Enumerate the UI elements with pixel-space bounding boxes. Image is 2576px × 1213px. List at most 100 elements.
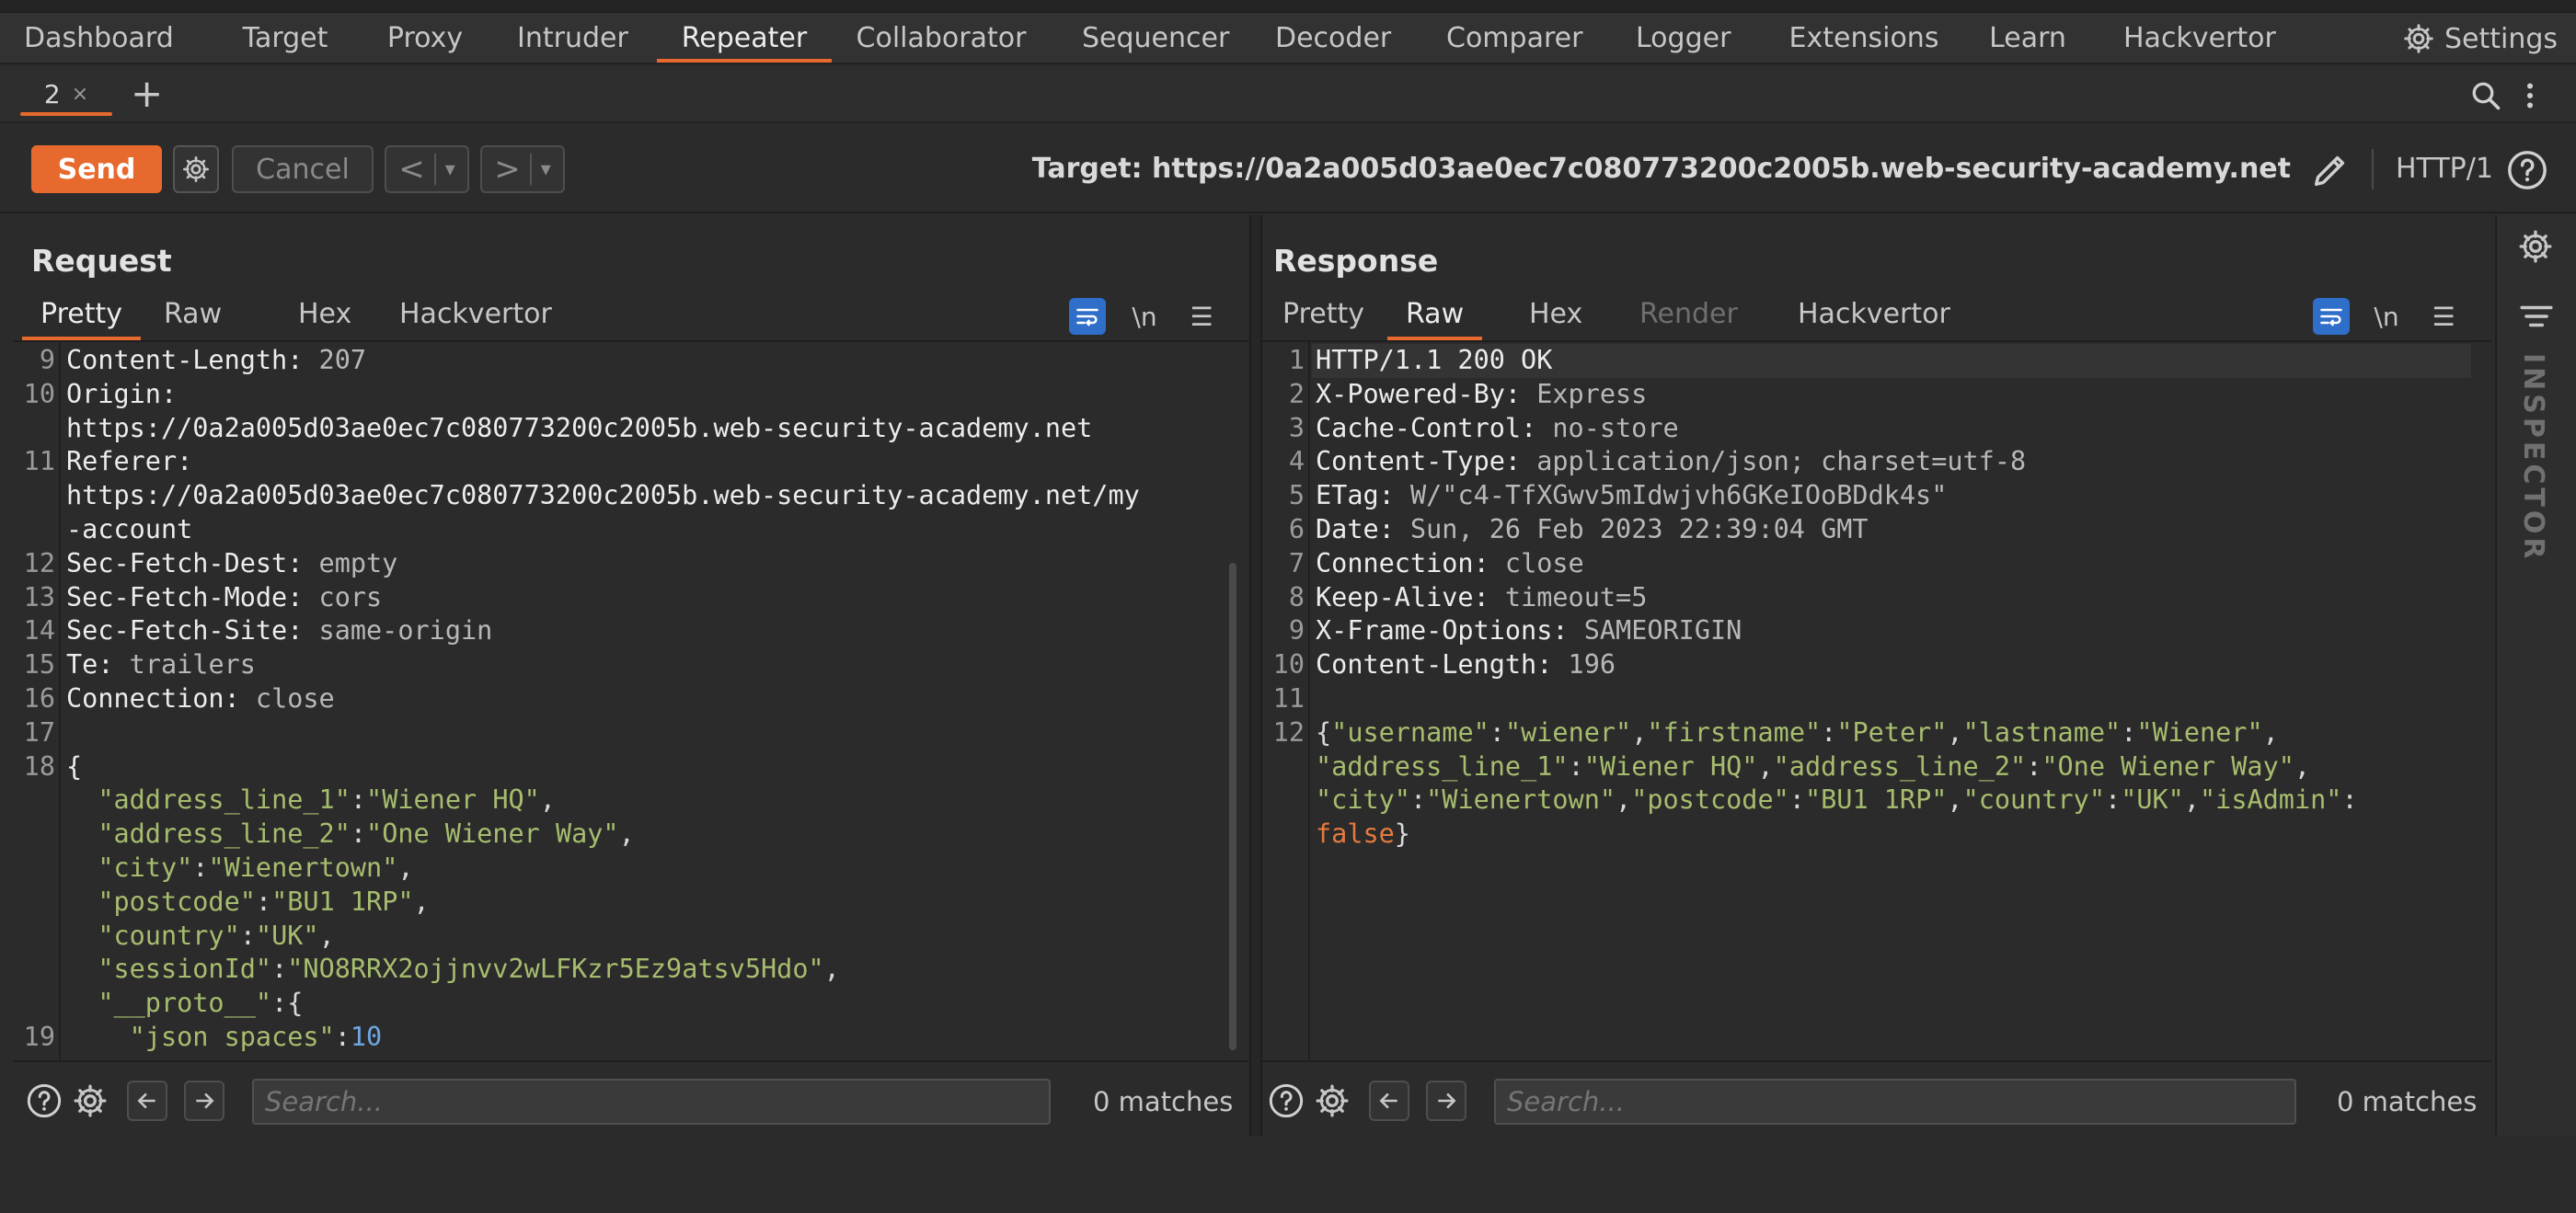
help-icon-button[interactable] xyxy=(1266,1081,1306,1121)
cancel-button[interactable]: Cancel xyxy=(232,145,374,193)
request-search-input[interactable] xyxy=(252,1079,1051,1125)
json-colon: : xyxy=(271,988,288,1019)
previous-match-button[interactable] xyxy=(127,1081,167,1121)
http-version-toggle[interactable]: HTTP/1 xyxy=(2396,145,2493,193)
json-punctuation: : xyxy=(1821,716,1837,748)
response-tab-pretty[interactable]: Pretty xyxy=(1264,296,1383,340)
search-settings-button[interactable] xyxy=(70,1081,110,1121)
header-value: cors xyxy=(303,581,383,612)
code-line: Content-Type: application/json; charset=… xyxy=(1316,445,2026,479)
settings-button[interactable]: Settings xyxy=(2402,13,2558,64)
line-number: 10 xyxy=(23,378,55,409)
header-value: timeout=5 xyxy=(1489,581,1648,612)
json-key: "address_line_1" xyxy=(98,784,351,816)
repeater-tab-2[interactable]: 2 × xyxy=(20,74,112,116)
send-button[interactable]: Send xyxy=(31,145,162,193)
json-comma: , xyxy=(318,920,335,951)
nav-logger[interactable]: Logger xyxy=(1636,13,1731,64)
header-name: Content-Length xyxy=(66,345,288,375)
header-value: W/"c4-TfXGwv5mIdwjvh6GKeIOoBDdk4s" xyxy=(1394,480,1948,511)
response-search-input[interactable] xyxy=(1494,1079,2296,1125)
code-line: Sec-Fetch-Mode: cors xyxy=(66,581,382,615)
json-punctuation: : xyxy=(1409,784,1427,816)
nav-hackvertor[interactable]: Hackvertor xyxy=(2123,13,2276,64)
next-match-button[interactable] xyxy=(1426,1081,1466,1121)
code-line: Content-Length: 207 xyxy=(66,344,366,378)
nav-proxy[interactable]: Proxy xyxy=(386,13,464,64)
line-number: 19 xyxy=(23,1022,55,1052)
request-tab-pretty[interactable]: Pretty xyxy=(22,296,141,340)
show-newlines-toggle[interactable]: \n xyxy=(2368,298,2405,335)
header-colon: : xyxy=(1473,547,1489,578)
json-string: "Wiener" xyxy=(2136,716,2263,748)
header-colon: : xyxy=(287,581,304,612)
code-line: Connection: close xyxy=(1316,547,1584,581)
nav-learn[interactable]: Learn xyxy=(1989,13,2066,64)
close-tab-icon[interactable]: × xyxy=(72,83,88,106)
line-number: 10 xyxy=(1272,649,1305,681)
nav-comparer[interactable]: Comparer xyxy=(1446,13,1582,64)
json-string: "address_line_2" xyxy=(1773,750,2027,782)
json-brace: { xyxy=(287,988,304,1019)
nav-intruder[interactable]: Intruder xyxy=(517,13,628,64)
code-line: -account xyxy=(66,513,192,547)
kebab-menu-icon[interactable] xyxy=(2521,79,2539,112)
request-scrollbar[interactable] xyxy=(1229,563,1236,1050)
request-settings-button[interactable] xyxy=(173,145,219,193)
text-value: { xyxy=(66,750,83,782)
chevron-down-icon[interactable]: ▾ xyxy=(445,158,455,181)
json-string: "lastname" xyxy=(1962,716,2122,748)
hamburger-menu-icon[interactable]: ☰ xyxy=(2425,298,2462,335)
history-back-button[interactable]: < ▾ xyxy=(385,145,469,193)
json-punctuation: , xyxy=(2294,750,2311,782)
json-line: } xyxy=(66,1055,113,1059)
code-line: Content-Length: 196 xyxy=(1316,648,1616,682)
help-icon[interactable] xyxy=(2506,149,2548,191)
forward-arrow-icon: > xyxy=(494,151,521,188)
nav-repeater[interactable]: Repeater xyxy=(657,13,832,64)
gear-icon[interactable] xyxy=(2517,228,2554,265)
header-name: Sec-Fetch-Mode xyxy=(66,581,288,612)
pencil-icon[interactable] xyxy=(2309,149,2352,191)
add-tab-button[interactable]: + xyxy=(131,74,163,114)
json-string: "NO8RRX2ojjnvv2wLFKzr5Ez9atsv5Hdo" xyxy=(287,954,824,985)
nav-collaborator[interactable]: Collaborator xyxy=(856,13,1027,64)
nav-decoder[interactable]: Decoder xyxy=(1275,13,1391,64)
help-icon-button[interactable] xyxy=(24,1081,64,1121)
response-editor[interactable]: 1 HTTP/1.1 200 OK 2 X-Powered-By: Express 3 C… xyxy=(1262,342,2491,1059)
show-newlines-toggle[interactable]: \n xyxy=(1126,298,1163,335)
nav-extensions[interactable]: Extensions xyxy=(1788,13,1939,64)
request-tab-hackvertor[interactable]: Hackvertor xyxy=(381,296,570,340)
search-icon[interactable] xyxy=(2469,79,2502,112)
pane-splitter[interactable] xyxy=(1249,215,1262,1136)
json-key: "country" xyxy=(98,920,240,951)
filter-lines-icon[interactable] xyxy=(2519,302,2554,331)
word-wrap-toggle[interactable] xyxy=(1069,298,1106,335)
header-name: Sec-Fetch-Site xyxy=(66,615,288,647)
json-string: "postcode" xyxy=(1631,784,1789,816)
previous-match-button[interactable] xyxy=(1369,1081,1409,1121)
response-tab-raw[interactable]: Raw xyxy=(1387,296,1483,340)
next-match-button[interactable] xyxy=(184,1081,224,1121)
json-punctuation: , xyxy=(1947,784,1963,816)
nav-target[interactable]: Target xyxy=(241,13,329,64)
inspector-label[interactable]: INSPECTOR xyxy=(2517,353,2549,562)
nav-dashboard[interactable]: Dashboard xyxy=(24,13,174,64)
word-wrap-toggle[interactable] xyxy=(2313,298,2350,335)
chevron-down-icon[interactable]: ▾ xyxy=(541,158,551,181)
header-colon: : xyxy=(160,378,178,409)
search-settings-button[interactable] xyxy=(1312,1081,1352,1121)
header-colon: : xyxy=(1473,581,1489,612)
history-forward-button[interactable]: > ▾ xyxy=(480,145,565,193)
request-editor[interactable]: 9 Content-Length: 207 10 Origin: https://0a2… xyxy=(13,342,1249,1059)
request-tab-raw[interactable]: Raw xyxy=(145,296,240,340)
header-value: close xyxy=(239,683,335,714)
request-tab-hex[interactable]: Hex xyxy=(280,296,370,340)
json-line: false} xyxy=(1316,818,1410,852)
response-tab-hackvertor[interactable]: Hackvertor xyxy=(1779,296,1969,340)
nav-sequencer[interactable]: Sequencer xyxy=(1082,13,1229,64)
line-number: 1 xyxy=(1288,345,1305,375)
response-tab-hex[interactable]: Hex xyxy=(1511,296,1601,340)
hamburger-menu-icon[interactable]: ☰ xyxy=(1183,298,1220,335)
